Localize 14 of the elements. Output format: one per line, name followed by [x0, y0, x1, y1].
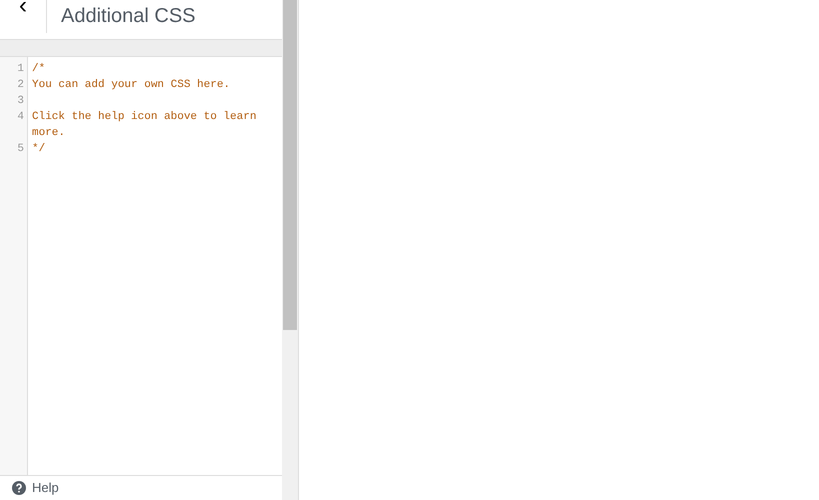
line-number: 2 [16, 78, 25, 93]
code-comment: You can add your own CSS here. [32, 78, 232, 93]
code-comment: Click the help icon above to learn more. [32, 110, 258, 141]
code-comment: */ [32, 142, 46, 157]
scrollbar-thumb[interactable] [283, 0, 297, 330]
line-number: 4 [16, 110, 25, 125]
line-number: 5 [16, 142, 25, 157]
back-button[interactable]: ‹ [0, 0, 47, 33]
code-comment: /* [32, 62, 46, 77]
line-number: 1 [16, 62, 25, 77]
panel-title: Additional CSS [60, 4, 196, 29]
line-number: 3 [16, 94, 25, 109]
help-icon [12, 481, 26, 495]
help-link[interactable]: Help [32, 478, 59, 498]
